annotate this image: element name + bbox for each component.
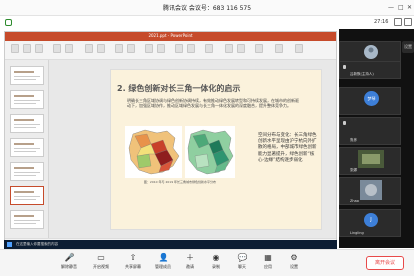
mic-icon bbox=[343, 121, 346, 125]
apps-icon: ▦ bbox=[264, 253, 272, 262]
toolbar-video[interactable]: ▭ 开启视频 bbox=[86, 250, 116, 277]
camera-icon: ▭ bbox=[97, 253, 105, 262]
window-titlebar: 腾讯会议 会议号：683 116 575 — □ ✕ bbox=[0, 0, 414, 16]
meeting-infobar: 27:16 bbox=[0, 16, 414, 29]
chat-icon: 💬 bbox=[237, 253, 248, 262]
sidebar-toggle-button[interactable]: 设置 bbox=[402, 41, 414, 53]
slide-thumbnail[interactable] bbox=[10, 66, 44, 85]
meeting-duration: 27:16 bbox=[374, 19, 389, 25]
window-title: 腾讯会议 会议号：683 116 575 bbox=[162, 5, 252, 12]
toolbar-settings[interactable]: ⚙ 设置 bbox=[279, 250, 309, 277]
ribbon-button[interactable] bbox=[97, 44, 105, 53]
map-2019 bbox=[185, 126, 235, 178]
participant-tile[interactable]: J Lingling bbox=[339, 209, 401, 237]
ribbon-button[interactable] bbox=[85, 44, 93, 53]
record-icon: ◉ bbox=[212, 253, 220, 262]
windows-taskbar: 在这里输入你要搜索的内容 bbox=[4, 240, 337, 249]
participant-tile[interactable]: Zhao bbox=[339, 177, 401, 205]
ribbon-button[interactable] bbox=[275, 44, 283, 53]
slide-thumbnail[interactable] bbox=[10, 162, 44, 181]
ribbon-button[interactable] bbox=[237, 44, 245, 53]
ribbon-button[interactable] bbox=[65, 44, 73, 53]
participant-panel: 汤 吕新默(主持人) 梦琴 鲁彦 张娜 Zhao J Lingling bbox=[339, 29, 414, 248]
slide-title: 2. 绿色创新对长三角一体化的启示 bbox=[117, 84, 241, 93]
taskbar-search[interactable]: 在这里输入你要搜索的内容 bbox=[16, 242, 58, 247]
meeting-toolbar: 🎤 解除静音 ▭ 开启视频 ⇧ 共享屏幕 👤 管理成员 ＋邀请 ◉ 录制 💬 聊天 ▦ 应用 … bbox=[0, 249, 414, 276]
toolbar-share[interactable]: ⇧ 共享屏幕 bbox=[118, 250, 148, 277]
ribbon-button[interactable] bbox=[157, 44, 165, 53]
avatar bbox=[364, 45, 378, 59]
slide-thumbnail[interactable] bbox=[10, 114, 44, 133]
participant-tile[interactable]: 鲁彦 bbox=[339, 117, 401, 145]
slide-canvas: 2. 绿色创新对长三角一体化的启示 明确长三角区域协调与绿色创新协调持续，有效推… bbox=[49, 60, 336, 238]
share-screen-icon: ⇧ bbox=[129, 253, 137, 262]
ribbon-button[interactable] bbox=[255, 44, 263, 53]
participant-tile[interactable]: 张娜 bbox=[339, 147, 401, 175]
ribbon-button[interactable] bbox=[127, 44, 135, 53]
map-2010 bbox=[125, 126, 182, 178]
security-icon[interactable] bbox=[5, 19, 12, 26]
ribbon-button[interactable] bbox=[175, 44, 183, 53]
slide-thumbnail[interactable] bbox=[10, 210, 44, 229]
participant-name: 张娜 bbox=[350, 168, 357, 172]
ribbon-button[interactable] bbox=[53, 44, 61, 53]
minimize-icon[interactable]: — bbox=[388, 4, 394, 11]
participant-tile[interactable]: 梦琴 bbox=[339, 87, 401, 115]
mic-icon bbox=[343, 65, 346, 69]
ribbon-button[interactable] bbox=[11, 44, 19, 53]
layout-icon[interactable] bbox=[394, 18, 402, 26]
participant-tile[interactable]: 吕新默(主持人) bbox=[339, 61, 401, 79]
current-slide[interactable]: 2. 绿色创新对长三角一体化的启示 明确长三角区域协调与绿色创新协调持续，有效推… bbox=[110, 69, 322, 230]
ribbon-button[interactable] bbox=[115, 44, 123, 53]
invite-icon: ＋ bbox=[186, 253, 194, 262]
slide-thumbnail[interactable] bbox=[10, 138, 44, 157]
ribbon-button[interactable] bbox=[205, 44, 213, 53]
slide-body-text: 明确长三角区域协调与绿色创新协调持续，有效推动绿色发展转型和可持续发展，在城市的… bbox=[127, 98, 299, 108]
ribbon-button[interactable] bbox=[23, 44, 31, 53]
toolbar-mute[interactable]: 🎤 解除静音 bbox=[54, 250, 84, 277]
shared-screen: 2021.ppt - PowerPoint 2. 绿色创新对长三角一体化的启示 bbox=[4, 31, 337, 248]
avatar: J bbox=[364, 213, 378, 227]
ppt-title: 2021.ppt - PowerPoint bbox=[148, 33, 193, 38]
map-caption: 图：2010 年与 2019 年长三角城市绿色创新水平分布 bbox=[143, 180, 217, 184]
settings-icon: ⚙ bbox=[290, 253, 298, 262]
ribbon-button[interactable] bbox=[295, 44, 303, 53]
participant-name: Zhao bbox=[350, 199, 359, 203]
toolbar-members[interactable]: 👤 管理成员 bbox=[148, 250, 178, 277]
slide-side-text: 空间分布与变化：长三角绿色创新水平呈现由沪宁杭向外扩散的格局，中部城市绿色创新能… bbox=[258, 133, 317, 163]
participant-name: 吕新默(主持人) bbox=[350, 72, 374, 76]
participant-name: 鲁彦 bbox=[350, 138, 357, 142]
close-icon[interactable]: ✕ bbox=[407, 4, 412, 11]
ribbon-button[interactable] bbox=[145, 44, 153, 53]
slide-thumbnail[interactable] bbox=[10, 90, 44, 109]
ribbon-button[interactable] bbox=[187, 44, 195, 53]
fullscreen-icon[interactable] bbox=[404, 18, 412, 26]
avatar: 梦琴 bbox=[364, 91, 379, 106]
leave-meeting-button[interactable]: 离开会议 bbox=[366, 256, 404, 270]
ppt-ribbon bbox=[5, 41, 336, 60]
windows-start-icon[interactable] bbox=[7, 242, 12, 247]
ribbon-button[interactable] bbox=[225, 44, 233, 53]
ribbon-button[interactable] bbox=[35, 44, 43, 53]
slide-thumbnail-selected[interactable] bbox=[10, 186, 44, 205]
participant-name: Lingling bbox=[350, 231, 364, 235]
video-thumbnail bbox=[360, 180, 382, 200]
maximize-icon[interactable]: □ bbox=[398, 4, 404, 11]
ppt-titlebar: 2021.ppt - PowerPoint bbox=[5, 32, 336, 41]
slide-thumbnail-pane bbox=[5, 60, 49, 238]
mic-icon: 🎤 bbox=[64, 253, 75, 262]
video-thumbnail bbox=[358, 150, 384, 168]
members-icon: 👤 bbox=[158, 253, 169, 262]
